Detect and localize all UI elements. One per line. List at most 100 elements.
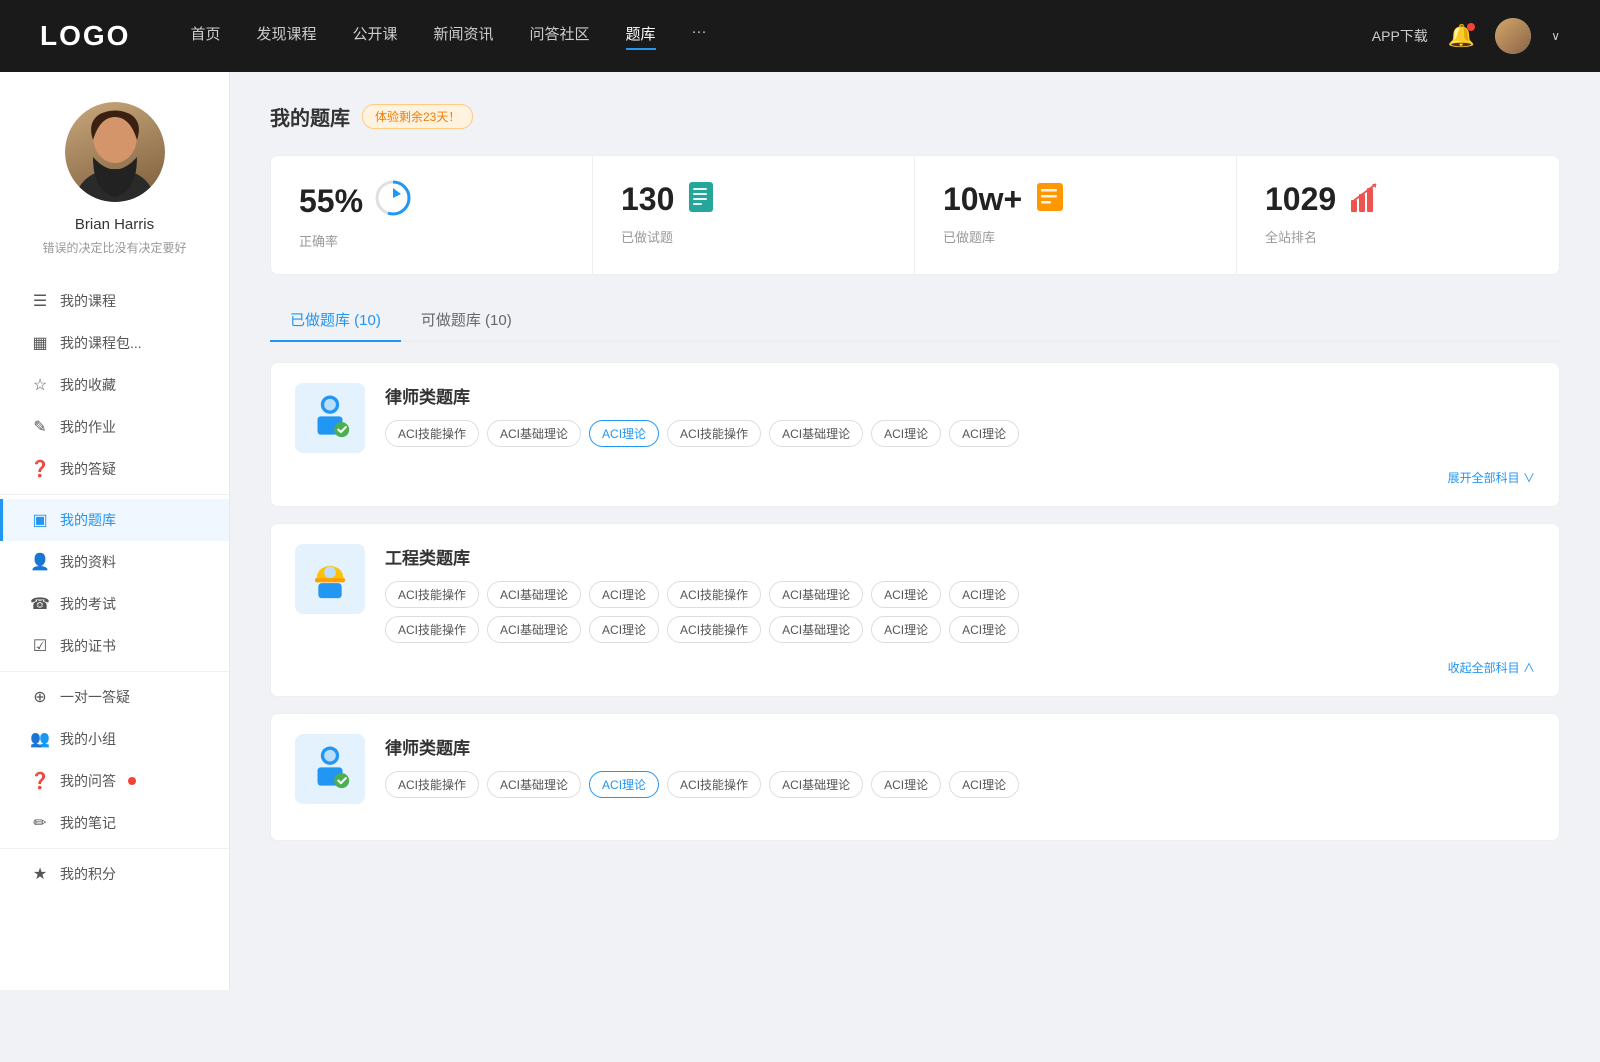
tag-3-2[interactable]: ACI基础理论 [487, 771, 581, 798]
nav-qbank[interactable]: 题库 [626, 23, 656, 50]
sidebar-label-course-pack: 我的课程包... [60, 333, 142, 353]
sidebar-item-favorites[interactable]: ☆ 我的收藏 [0, 364, 229, 406]
qbank-name-3: 律师类题库 [385, 734, 1535, 759]
sidebar-label-points: 我的积分 [60, 864, 116, 884]
tab-available-banks[interactable]: 可做题库 (10) [401, 299, 532, 342]
logo[interactable]: LOGO [40, 20, 130, 52]
sidebar-item-questions[interactable]: ❓ 我的问答 [0, 760, 229, 802]
tag-2b-3[interactable]: ACI理论 [589, 616, 659, 643]
tag-2b-5[interactable]: ACI基础理论 [769, 616, 863, 643]
app-download-link[interactable]: APP下载 [1372, 26, 1428, 46]
ranking-value: 1029 [1265, 181, 1336, 218]
sidebar-label-qbank: 我的题库 [60, 510, 116, 530]
nav-discover[interactable]: 发现课程 [256, 23, 316, 50]
qbank-card-engineer: 工程类题库 ACI技能操作 ACI基础理论 ACI理论 ACI技能操作 ACI基… [270, 523, 1560, 697]
course-pack-icon: ▦ [30, 333, 50, 353]
tag-2-1[interactable]: ACI技能操作 [385, 581, 479, 608]
tag-2b-2[interactable]: ACI基础理论 [487, 616, 581, 643]
qbank-details-3: 律师类题库 ACI技能操作 ACI基础理论 ACI理论 ACI技能操作 ACI基… [385, 734, 1535, 798]
banks-value: 10w+ [943, 181, 1022, 218]
notes-icon: ✏ [30, 813, 50, 833]
sidebar-item-homework[interactable]: ✎ 我的作业 [0, 406, 229, 448]
tag-1-7[interactable]: ACI理论 [949, 420, 1019, 447]
tag-2b-7[interactable]: ACI理论 [949, 616, 1019, 643]
nav-news[interactable]: 新闻资讯 [434, 23, 494, 50]
tag-1-5[interactable]: ACI基础理论 [769, 420, 863, 447]
sidebar-menu: ☰ 我的课程 ▦ 我的课程包... ☆ 我的收藏 ✎ 我的作业 ❓ 我的答疑 ▣ [0, 280, 229, 895]
tag-3-5[interactable]: ACI基础理论 [769, 771, 863, 798]
tag-2-2[interactable]: ACI基础理论 [487, 581, 581, 608]
tag-1-1[interactable]: ACI技能操作 [385, 420, 479, 447]
ranking-icon [1348, 180, 1382, 219]
sidebar-item-course-pack[interactable]: ▦ 我的课程包... [0, 322, 229, 364]
page-title: 我的题库 [270, 102, 350, 131]
nav-home[interactable]: 首页 [190, 23, 220, 50]
tag-2b-1[interactable]: ACI技能操作 [385, 616, 479, 643]
tag-2-6[interactable]: ACI理论 [871, 581, 941, 608]
tag-1-6[interactable]: ACI理论 [871, 420, 941, 447]
tag-3-3[interactable]: ACI理论 [589, 771, 659, 798]
tag-3-6[interactable]: ACI理论 [871, 771, 941, 798]
favorites-icon: ☆ [30, 375, 50, 395]
tag-3-1[interactable]: ACI技能操作 [385, 771, 479, 798]
tag-3-7[interactable]: ACI理论 [949, 771, 1019, 798]
sidebar-item-courses[interactable]: ☰ 我的课程 [0, 280, 229, 322]
sidebar-item-tutor[interactable]: ⊕ 一对一答疑 [0, 676, 229, 718]
tags-row-1: ACI技能操作 ACI基础理论 ACI理论 ACI技能操作 ACI基础理论 AC… [385, 420, 1535, 447]
qbank-details-2: 工程类题库 ACI技能操作 ACI基础理论 ACI理论 ACI技能操作 ACI基… [385, 544, 1535, 643]
tag-1-4[interactable]: ACI技能操作 [667, 420, 761, 447]
sidebar-label-favorites: 我的收藏 [60, 375, 116, 395]
sidebar-item-exams[interactable]: ☎ 我的考试 [0, 583, 229, 625]
stat-ranking: 1029 全站排名 [1237, 156, 1559, 274]
user-menu-chevron[interactable]: ∨ [1551, 29, 1560, 43]
sidebar-slogan: 错误的决定比没有决定要好 [22, 239, 206, 256]
tab-done-banks[interactable]: 已做题库 (10) [270, 299, 401, 342]
sidebar-label-homework: 我的作业 [60, 417, 116, 437]
expand-button-1[interactable]: 展开全部科目 ∨ [295, 469, 1535, 486]
sidebar-item-qbank[interactable]: ▣ 我的题库 [0, 499, 229, 541]
sidebar-label-exams: 我的考试 [60, 594, 116, 614]
engineer-svg [305, 554, 355, 604]
certs-icon: ☑ [30, 636, 50, 656]
nav-open-course[interactable]: 公开课 [352, 23, 397, 50]
tags-row-2b: ACI技能操作 ACI基础理论 ACI理论 ACI技能操作 ACI基础理论 AC… [385, 616, 1535, 643]
sidebar-label-notes: 我的笔记 [60, 813, 116, 833]
notification-bell[interactable]: 🔔 [1448, 23, 1475, 49]
collapse-button[interactable]: 收起全部科目 ∧ [295, 659, 1535, 676]
sidebar-item-notes[interactable]: ✏ 我的笔记 [0, 802, 229, 844]
sidebar-item-groups[interactable]: 👥 我的小组 [0, 718, 229, 760]
tag-2-4[interactable]: ACI技能操作 [667, 581, 761, 608]
user-avatar[interactable] [1495, 18, 1531, 54]
tag-2b-6[interactable]: ACI理论 [871, 616, 941, 643]
divider-3 [0, 848, 229, 849]
tag-1-3[interactable]: ACI理论 [589, 420, 659, 447]
tag-2-7[interactable]: ACI理论 [949, 581, 1019, 608]
stat-top-banks: 10w+ [943, 180, 1208, 219]
qbank-card-header: 律师类题库 ACI技能操作 ACI基础理论 ACI理论 ACI技能操作 ACI基… [295, 383, 1535, 453]
page-wrapper: Brian Harris 错误的决定比没有决定要好 ☰ 我的课程 ▦ 我的课程包… [0, 72, 1600, 990]
tag-3-4[interactable]: ACI技能操作 [667, 771, 761, 798]
tag-2-5[interactable]: ACI基础理论 [769, 581, 863, 608]
sidebar-item-profile[interactable]: 👤 我的资料 [0, 541, 229, 583]
sidebar-item-answers[interactable]: ❓ 我的答疑 [0, 448, 229, 490]
qbank-card-header-2: 工程类题库 ACI技能操作 ACI基础理论 ACI理论 ACI技能操作 ACI基… [295, 544, 1535, 643]
accuracy-label: 正确率 [299, 231, 564, 250]
nav-qa[interactable]: 问答社区 [530, 23, 590, 50]
tag-2b-4[interactable]: ACI技能操作 [667, 616, 761, 643]
lawyer-svg-2 [305, 744, 355, 794]
navbar-right: APP下载 🔔 ∨ [1372, 18, 1560, 54]
navbar: LOGO 首页 发现课程 公开课 新闻资讯 问答社区 题库 ··· APP下载 … [0, 0, 1600, 72]
sidebar-item-points[interactable]: ★ 我的积分 [0, 853, 229, 895]
tag-1-2[interactable]: ACI基础理论 [487, 420, 581, 447]
nav-more[interactable]: ··· [692, 23, 707, 50]
qbank-icon: ▣ [30, 510, 50, 530]
stat-done-banks: 10w+ 已做题库 [915, 156, 1237, 274]
accuracy-value: 55% [299, 183, 363, 220]
sidebar-label-tutor: 一对一答疑 [60, 687, 130, 707]
tabs-row: 已做题库 (10) 可做题库 (10) [270, 299, 1560, 342]
qbank-lawyer-icon [295, 383, 365, 453]
sidebar-item-certs[interactable]: ☑ 我的证书 [0, 625, 229, 667]
avatar-image [1495, 18, 1531, 54]
points-icon: ★ [30, 864, 50, 884]
tag-2-3[interactable]: ACI理论 [589, 581, 659, 608]
